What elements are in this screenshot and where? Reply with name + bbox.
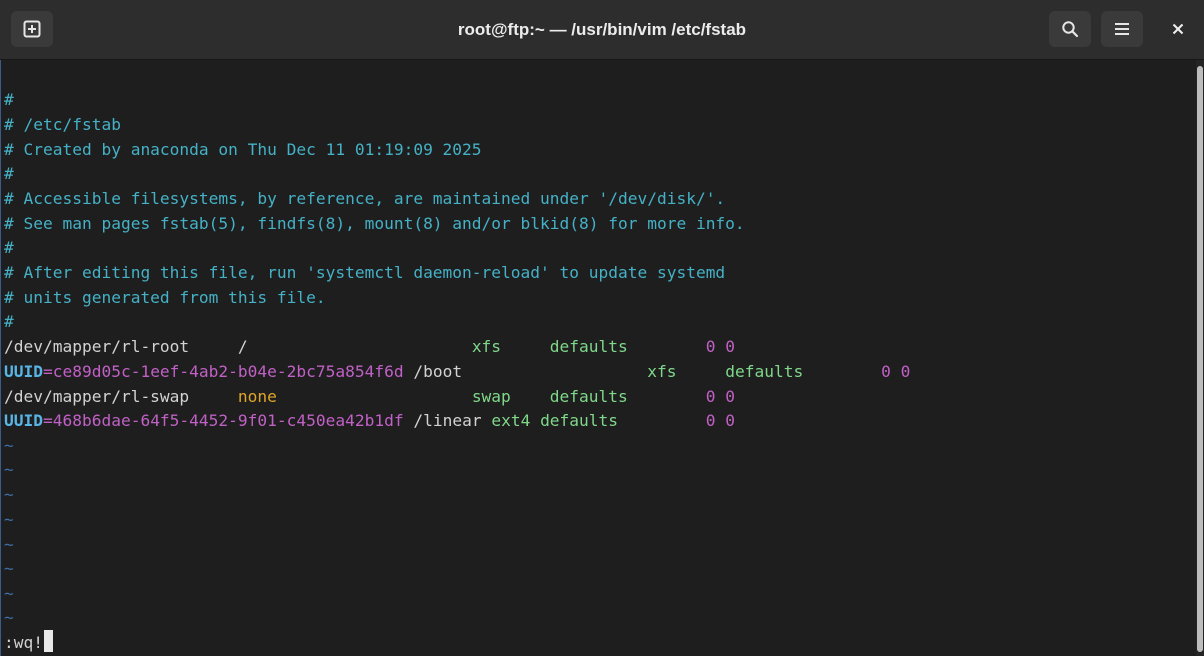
fstab-entry-root: /dev/mapper/rl-root / xfs defaults 0 0 xyxy=(4,334,735,359)
empty-line-marker: ~ xyxy=(4,485,14,504)
uuid-key: UUID xyxy=(4,411,43,430)
uuid-value: ce89d05c-1eef-4ab2-b04e-2bc75a854f6d xyxy=(52,362,404,381)
comment-line: # xyxy=(4,90,14,109)
fs-type: ext4 xyxy=(491,411,531,430)
vim-command-line[interactable]: :wq! xyxy=(4,630,53,655)
comment-line: # Accessible filesystems, by reference, … xyxy=(4,189,726,208)
dump-pass: 0 0 xyxy=(705,387,735,406)
window-title: root@ftp:~ — /usr/bin/vim /etc/fstab xyxy=(457,20,747,39)
empty-line-marker: ~ xyxy=(4,559,14,578)
fs-type: xfs xyxy=(471,337,502,356)
empty-line-marker: ~ xyxy=(4,535,14,554)
menu-button[interactable] xyxy=(1101,11,1143,47)
mount-options: defaults xyxy=(549,387,628,406)
device: /dev/mapper/rl-swap xyxy=(4,387,190,406)
uuid-value: 468b6dae-64f5-4452-9f01-c450ea42b1df xyxy=(52,411,404,430)
search-icon xyxy=(1062,21,1079,38)
mount-point: /boot xyxy=(413,362,463,381)
command-text: :wq! xyxy=(4,633,43,652)
hamburger-menu-icon xyxy=(1115,23,1129,35)
comment-line: # After editing this file, run 'systemct… xyxy=(4,263,726,282)
empty-line-marker: ~ xyxy=(4,510,14,529)
mount-point: /linear xyxy=(413,411,482,430)
text-cursor xyxy=(43,630,53,652)
device: /dev/mapper/rl-root xyxy=(4,337,190,356)
mount-point: / xyxy=(237,337,248,356)
mount-options: defaults xyxy=(540,411,619,430)
comment-line: # units generated from this file. xyxy=(4,288,326,307)
close-icon xyxy=(1172,23,1184,35)
dump-pass: 0 0 xyxy=(705,337,735,356)
fstab-entry-linear: UUID=468b6dae-64f5-4452-9f01-c450ea42b1d… xyxy=(4,411,735,430)
title-bar: root@ftp:~ — /usr/bin/vim /etc/fstab xyxy=(0,0,1204,60)
empty-line-marker: ~ xyxy=(4,608,14,627)
close-button[interactable] xyxy=(1160,11,1196,47)
scrollbar[interactable] xyxy=(1196,60,1204,656)
comment-line: # See man pages fstab(5), findfs(8), mou… xyxy=(4,214,745,233)
mount-options: defaults xyxy=(725,362,804,381)
comment-line: # xyxy=(4,238,14,257)
empty-line-marker: ~ xyxy=(4,436,14,455)
mount-options: defaults xyxy=(549,337,628,356)
scrollbar-thumb[interactable] xyxy=(1197,66,1203,652)
comment-line: # Created by anaconda on Thu Dec 11 01:1… xyxy=(4,140,482,159)
comment-line: # /etc/fstab xyxy=(4,115,121,134)
fstab-entry-boot: UUID=ce89d05c-1eef-4ab2-b04e-2bc75a854f6… xyxy=(4,362,911,381)
empty-line-marker: ~ xyxy=(4,460,14,479)
fstab-entry-swap: /dev/mapper/rl-swap none swap defaults 0… xyxy=(4,384,735,409)
search-button[interactable] xyxy=(1049,11,1091,47)
dump-pass: 0 0 xyxy=(705,411,735,430)
comment-line: # xyxy=(4,164,14,183)
fs-type: xfs xyxy=(647,362,677,381)
terminal-window: root@ftp:~ — /usr/bin/vim /etc/fstab # #… xyxy=(0,0,1204,656)
new-tab-button[interactable] xyxy=(11,11,53,47)
mount-point: none xyxy=(237,387,277,406)
empty-line-marker: ~ xyxy=(4,584,14,603)
fs-type: swap xyxy=(471,387,511,406)
new-tab-icon xyxy=(23,20,41,38)
uuid-key: UUID xyxy=(4,362,43,381)
dump-pass: 0 0 xyxy=(881,362,911,381)
comment-line: # xyxy=(4,312,14,331)
